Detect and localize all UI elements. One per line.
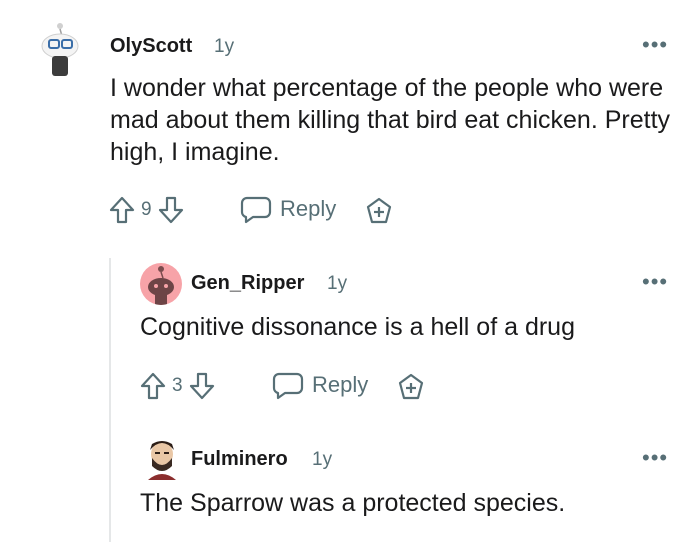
upvote-icon[interactable]	[139, 371, 167, 401]
reply-button[interactable]: Reply	[240, 194, 336, 224]
comment-text: Cognitive dissonance is a hell of a drug	[140, 313, 575, 341]
more-options-icon[interactable]: •••	[642, 447, 668, 469]
avatar[interactable]	[38, 20, 82, 76]
comment-age: 1y	[214, 36, 235, 57]
username[interactable]: Fulminero	[191, 448, 288, 471]
reply-label: Reply	[312, 372, 369, 397]
reply-label: Reply	[280, 196, 337, 221]
comment-bubble-icon	[272, 370, 304, 400]
username[interactable]: Gen_Ripper	[191, 272, 304, 295]
comment-text: The Sparrow was a protected species.	[140, 489, 566, 517]
comment-fulminero: Fulminero 1y ••• The Sparrow was a prote…	[0, 430, 700, 542]
vote-controls: 3	[139, 371, 216, 401]
comment-gen-ripper: Gen_Ripper 1y ••• Cognitive dissonance i…	[0, 250, 700, 420]
add-award-icon	[396, 372, 426, 402]
more-options-icon[interactable]: •••	[642, 34, 668, 56]
avatar[interactable]	[142, 438, 182, 480]
vote-score: 9	[141, 199, 152, 220]
comment-age: 1y	[312, 449, 333, 470]
vote-controls: 9	[108, 195, 185, 225]
comment-text: I wonder what percentage of the people w…	[110, 74, 671, 166]
downvote-icon[interactable]	[157, 195, 185, 225]
comment-olyscott: OlyScott 1y ••• I wonder what percentage…	[0, 0, 700, 240]
character-avatar-icon	[148, 441, 176, 480]
vote-score: 3	[172, 375, 183, 396]
upvote-icon[interactable]	[108, 195, 136, 225]
comment-age: 1y	[327, 273, 348, 294]
add-award-icon	[364, 196, 394, 226]
snoo-avatar-icon	[148, 266, 174, 305]
snoo-avatar-icon	[41, 23, 79, 76]
reply-button[interactable]: Reply	[272, 370, 368, 400]
more-options-icon[interactable]: •••	[642, 271, 668, 293]
downvote-icon[interactable]	[188, 371, 216, 401]
username[interactable]: OlyScott	[110, 35, 192, 58]
avatar[interactable]	[140, 263, 182, 305]
comment-bubble-icon	[240, 194, 272, 224]
award-button[interactable]	[364, 196, 394, 226]
award-button[interactable]	[396, 372, 426, 402]
